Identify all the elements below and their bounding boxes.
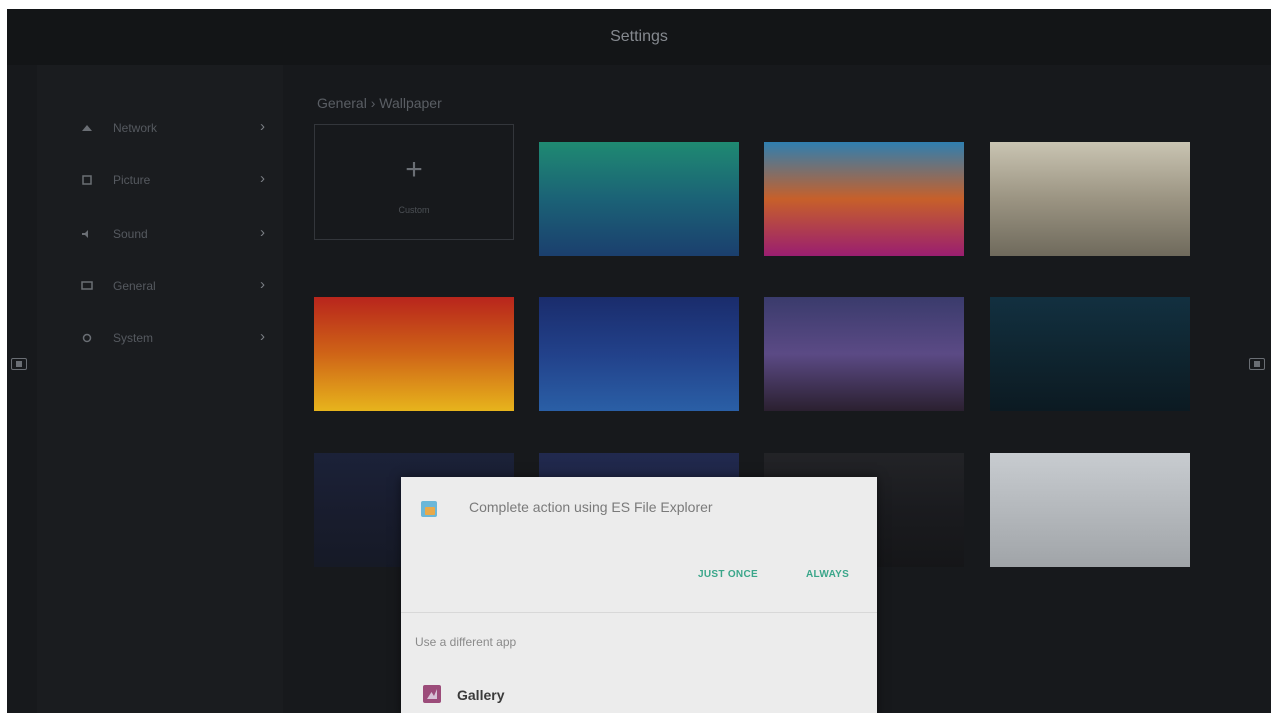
wallpaper-tile[interactable] [990,142,1190,256]
complete-action-dialog: Complete action using ES File Explorer J… [401,477,877,713]
divider [401,612,877,613]
chevron-right-icon: › [260,328,265,345]
sound-icon [81,229,93,239]
use-different-app-label: Use a different app [415,635,517,649]
wallpaper-tile[interactable] [990,453,1190,567]
scroll-right-icon[interactable] [1249,358,1265,370]
scroll-left-icon[interactable] [11,358,27,370]
sidebar: Network › Picture › Sound › General › Sy… [37,65,283,713]
wallpaper-tile[interactable] [764,297,964,411]
sidebar-item-label: System [113,331,154,345]
page-title: Settings [610,28,668,45]
always-button[interactable]: ALWAYS [806,569,849,580]
wallpaper-tile[interactable] [539,142,739,256]
wallpaper-custom-tile[interactable]: + Custom [314,124,514,240]
system-icon [81,333,93,343]
custom-label: Custom [398,205,430,215]
settings-screen: Settings Network › Picture › Sound › Gen… [7,9,1271,713]
wifi-icon [81,123,93,133]
top-bar: Settings [7,9,1271,65]
gallery-icon [423,685,441,703]
breadcrumb: General › Wallpaper [317,95,442,111]
sidebar-item-label: General [113,279,156,293]
display-icon [81,281,93,291]
sidebar-item-label: Network [113,121,158,135]
sidebar-item-general[interactable]: General › [37,266,283,306]
chevron-right-icon: › [260,224,265,241]
wallpaper-tile[interactable] [314,297,514,411]
app-option-label: Gallery [457,687,505,703]
es-file-explorer-icon [421,501,437,517]
chevron-right-icon: › [260,170,265,187]
wallpaper-tile[interactable] [990,297,1190,411]
chevron-right-icon: › [260,118,265,135]
plus-icon: + [405,153,423,186]
just-once-button[interactable]: JUST ONCE [698,569,758,580]
sidebar-item-label: Picture [113,173,151,187]
sidebar-item-network[interactable]: Network › [37,108,283,148]
sidebar-item-picture[interactable]: Picture › [37,160,283,200]
sidebar-item-label: Sound [113,227,148,241]
picture-icon [81,175,93,185]
sidebar-item-system[interactable]: System › [37,318,283,358]
sidebar-item-sound[interactable]: Sound › [37,214,283,254]
wallpaper-tile[interactable] [764,142,964,256]
chevron-right-icon: › [260,276,265,293]
dialog-title: Complete action using ES File Explorer [469,499,713,515]
wallpaper-tile[interactable] [539,297,739,411]
app-option-gallery[interactable]: Gallery [401,677,877,713]
